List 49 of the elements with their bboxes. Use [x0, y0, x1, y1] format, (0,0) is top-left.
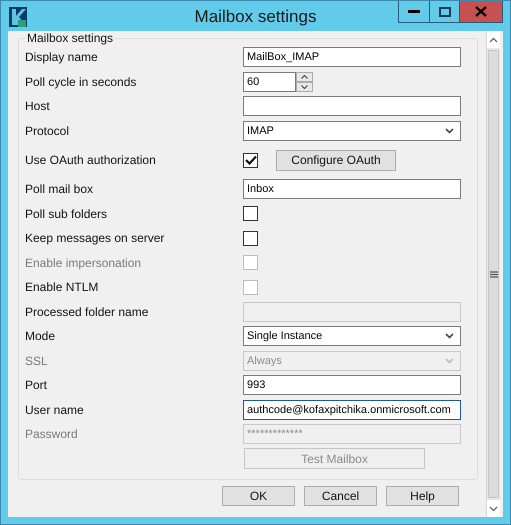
chevron-down-icon — [445, 128, 454, 134]
field-label: Protocol — [25, 124, 70, 138]
spin-down-button[interactable] — [296, 82, 313, 92]
field-label: Port — [25, 378, 48, 392]
field-label: Enable NTLM — [25, 280, 100, 294]
field-label: Poll sub folders — [25, 206, 108, 221]
scroll-up-icon[interactable] — [489, 36, 498, 42]
field-label: Keep messages on server — [25, 231, 166, 246]
field-label: Display name — [25, 50, 99, 64]
number-field[interactable]: 60 — [243, 72, 296, 92]
input-field[interactable]: Inbox — [243, 179, 461, 200]
field-label: SSL — [25, 354, 49, 368]
dropdown[interactable]: IMAP — [243, 120, 461, 141]
field-label: Password — [25, 427, 79, 442]
chevron-down-icon — [445, 358, 454, 364]
caret-down-icon — [301, 84, 308, 89]
field-label: Use OAuth authorization — [25, 153, 157, 167]
scrollbar[interactable] — [486, 31, 500, 517]
field-label: Enable impersonation — [25, 256, 142, 270]
field-label: Processed folder name — [25, 304, 150, 319]
chevron-down-icon — [445, 333, 454, 340]
close-icon — [475, 6, 487, 17]
caret-up-icon — [301, 74, 308, 79]
checkbox[interactable] — [243, 230, 258, 246]
field-label: Poll cycle in seconds — [25, 74, 138, 89]
scroll-thumb[interactable] — [488, 50, 499, 498]
checkbox[interactable] — [243, 206, 258, 222]
group-title: Mailbox settings — [26, 31, 114, 45]
dialog-button[interactable]: Help — [386, 486, 459, 506]
dialog-button[interactable]: OK — [222, 486, 295, 506]
spin-up-button[interactable] — [296, 72, 313, 82]
input-field[interactable]: authcode@kofaxpitchika.onmicrosoft.com — [243, 400, 461, 420]
configure-button[interactable]: Configure OAuth — [276, 150, 396, 170]
field-label: Mode — [25, 329, 56, 344]
field-label: User name — [25, 402, 85, 417]
field-label: Poll mail box — [25, 182, 94, 196]
input-field[interactable]: 993 — [243, 375, 461, 396]
dropdown[interactable]: Single Instance — [243, 326, 461, 346]
input-field[interactable] — [243, 96, 461, 116]
window-title: Mailbox settings — [194, 7, 316, 27]
app-logo-icon — [9, 7, 27, 27]
scroll-down-icon[interactable] — [489, 506, 498, 512]
minimize-icon — [408, 10, 420, 13]
checkbox[interactable] — [243, 152, 258, 168]
input-field[interactable]: MailBox_IMAP — [243, 47, 461, 68]
close-button[interactable] — [459, 1, 502, 22]
maximize-icon — [438, 6, 450, 16]
dialog-button[interactable]: Cancel — [304, 486, 377, 506]
field-label: Host — [25, 99, 51, 114]
